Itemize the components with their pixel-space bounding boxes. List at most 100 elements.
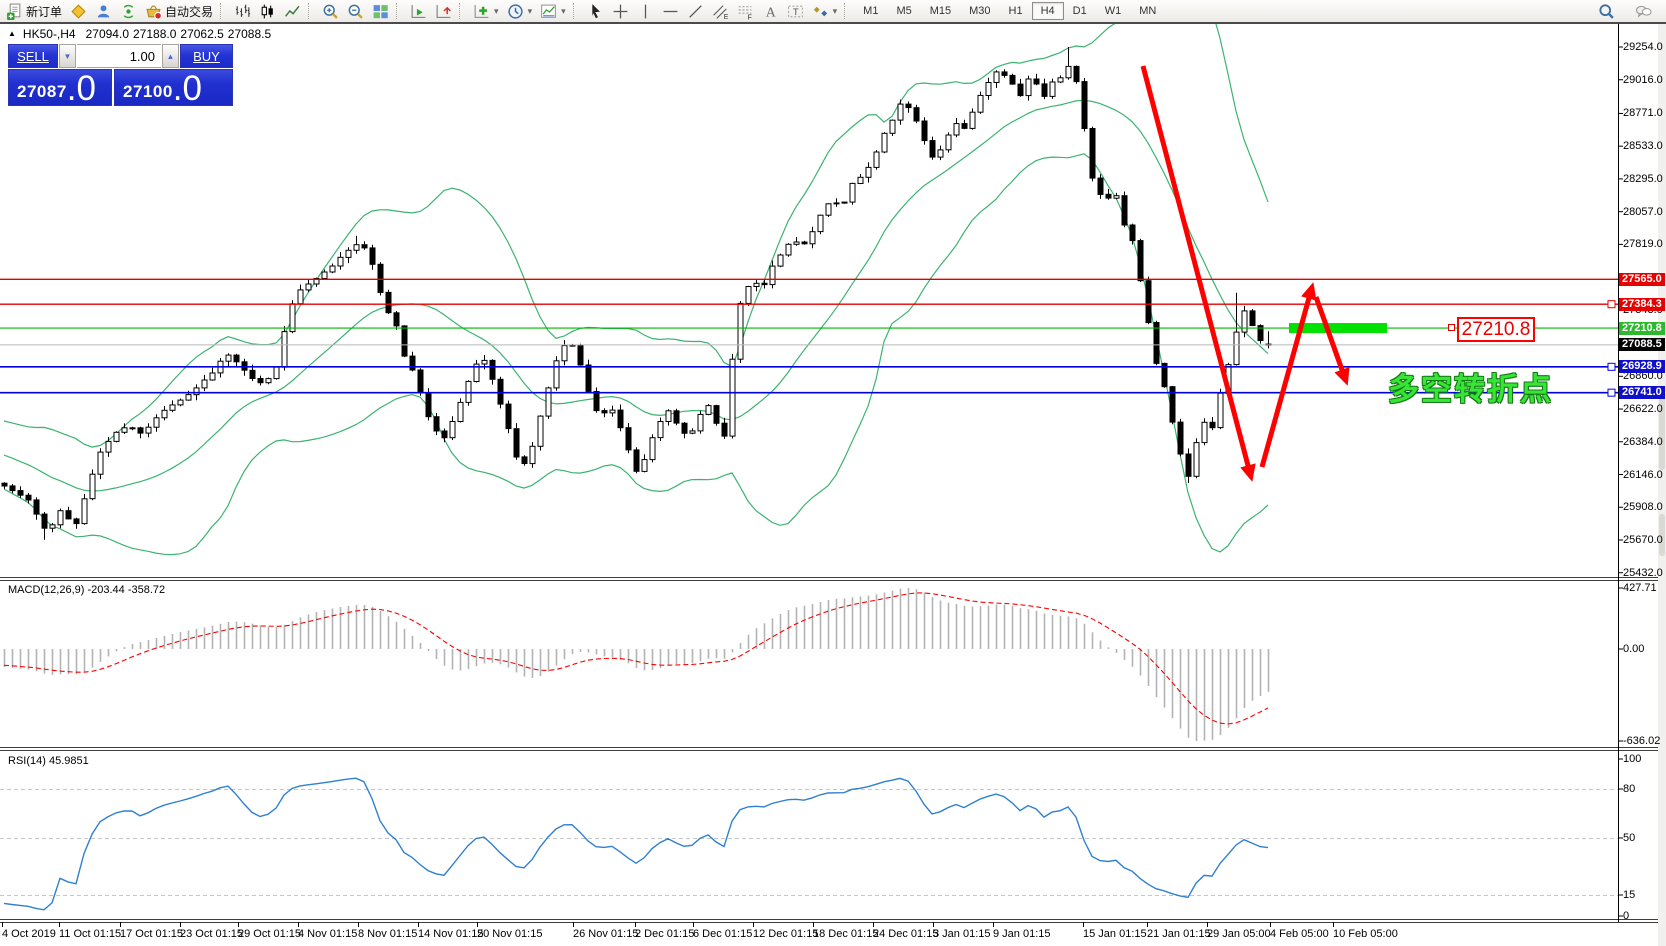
fibonacci-button[interactable]: F bbox=[733, 1, 758, 21]
volume-decrease-button[interactable]: ▼ bbox=[59, 44, 76, 68]
sell-price[interactable]: 27087 .0 bbox=[8, 69, 112, 106]
rsi-tick: 0 bbox=[1623, 910, 1629, 922]
arrows-button[interactable]: ▾ bbox=[808, 1, 842, 21]
vline-icon bbox=[637, 3, 654, 20]
autotrading-button-label: 自动交易 bbox=[165, 3, 213, 20]
timeframe-h4[interactable]: H4 bbox=[1032, 2, 1064, 20]
macd-pane bbox=[4, 588, 1269, 741]
new-order-button[interactable]: 新订单 bbox=[2, 1, 66, 21]
templates-button[interactable]: ▾ bbox=[536, 1, 570, 21]
indicators-button[interactable]: ▾ bbox=[469, 1, 503, 21]
timeframe-m30[interactable]: M30 bbox=[960, 2, 999, 20]
chevron-down-icon[interactable]: ▾ bbox=[833, 6, 838, 17]
chevron-down-icon[interactable]: ▾ bbox=[528, 6, 533, 17]
buy-price[interactable]: 27100 .0 bbox=[114, 69, 233, 106]
volume-input[interactable]: 1.00 bbox=[77, 44, 161, 68]
price-tick: 27819.0 bbox=[1623, 238, 1663, 250]
trend-arrow[interactable] bbox=[1262, 287, 1312, 467]
toolbar-group-zoom bbox=[318, 1, 393, 21]
autotrading-button[interactable]: 自动交易 bbox=[141, 1, 217, 21]
periods-icon bbox=[507, 3, 524, 20]
price-tick: 28771.0 bbox=[1623, 107, 1663, 119]
chevron-down-icon[interactable]: ▾ bbox=[494, 6, 499, 17]
trend-arrow[interactable] bbox=[1316, 297, 1346, 381]
candlestick-chart-button[interactable] bbox=[255, 1, 280, 21]
line-end-marker[interactable] bbox=[1608, 363, 1615, 370]
crosshair-button[interactable] bbox=[608, 1, 633, 21]
toolbar-group-chart-types bbox=[230, 1, 305, 21]
svg-text:T: T bbox=[792, 7, 798, 18]
text-button[interactable]: A bbox=[758, 1, 783, 21]
buy-price-fraction: .0 bbox=[173, 75, 202, 104]
search-button[interactable] bbox=[1594, 1, 1619, 21]
vertical-line-button[interactable] bbox=[633, 1, 658, 21]
chart-area[interactable] bbox=[0, 0, 1666, 946]
chevron-down-icon[interactable]: ▾ bbox=[561, 6, 566, 17]
equidistant-channel-button[interactable]: E bbox=[708, 1, 733, 21]
cursor-button[interactable] bbox=[583, 1, 608, 21]
signals-button[interactable] bbox=[116, 1, 141, 21]
rsi-pane bbox=[4, 778, 1268, 910]
signal-icon bbox=[120, 3, 137, 20]
callout-anchor-square[interactable] bbox=[1448, 324, 1455, 331]
timeframe-w1[interactable]: W1 bbox=[1096, 2, 1131, 20]
level-badge-27210.8: 27210.8 bbox=[1619, 322, 1665, 335]
chat-button[interactable] bbox=[1631, 1, 1656, 21]
timeframe-d1[interactable]: D1 bbox=[1064, 2, 1096, 20]
timeframe-m5[interactable]: M5 bbox=[887, 2, 920, 20]
trend-arrow[interactable] bbox=[1143, 66, 1251, 477]
timeframe-h1[interactable]: H1 bbox=[1000, 2, 1032, 20]
text-label-button[interactable]: T bbox=[783, 1, 808, 21]
line-end-marker[interactable] bbox=[1608, 301, 1615, 308]
macd-tick: 0.00 bbox=[1623, 643, 1644, 655]
turning-point-note[interactable]: 多空转折点 bbox=[1388, 364, 1553, 409]
zoomout-icon bbox=[347, 3, 364, 20]
level-badge-26741.0: 26741.0 bbox=[1619, 386, 1665, 399]
line-end-marker[interactable] bbox=[1608, 389, 1615, 396]
zoom-in-button[interactable] bbox=[318, 1, 343, 21]
time-tick-label: 3 Jan 01:15 bbox=[933, 928, 991, 940]
toolbar-separator bbox=[308, 3, 315, 19]
auto-scroll-button[interactable] bbox=[406, 1, 431, 21]
buy-button[interactable]: BUY bbox=[180, 44, 233, 68]
timeframe-m1[interactable]: M1 bbox=[854, 2, 887, 20]
bollinger-lower-band bbox=[4, 154, 1268, 555]
rsi-tick: 15 bbox=[1623, 889, 1635, 901]
price-tick: 25670.0 bbox=[1623, 534, 1663, 546]
tile-windows-button[interactable] bbox=[368, 1, 393, 21]
market-icon bbox=[95, 3, 112, 20]
price-tick: 28057.0 bbox=[1623, 206, 1663, 218]
timeframe-group: M1M5M15M30H1H4D1W1MN bbox=[854, 2, 1165, 20]
time-tick-label: 20 Nov 01:15 bbox=[477, 928, 542, 940]
horizontal-line-button[interactable] bbox=[658, 1, 683, 21]
rsi-tick: 100 bbox=[1623, 753, 1641, 765]
arrows-icon bbox=[812, 3, 829, 20]
bar-chart-button[interactable] bbox=[230, 1, 255, 21]
timeframe-m15[interactable]: M15 bbox=[921, 2, 960, 20]
volume-increase-button[interactable]: ▲ bbox=[162, 44, 179, 68]
scrollbar-thumb[interactable] bbox=[1659, 388, 1665, 470]
metaeditor-button[interactable] bbox=[66, 1, 91, 21]
main-toolbar: 新订单 自动交易 ▾ ▾ ▾ EFAT ▾ M1M5M15M30H1H4D1W1MN bbox=[0, 0, 1666, 22]
bars-icon bbox=[234, 3, 251, 20]
bollinger-middle-band bbox=[4, 100, 1268, 491]
zoom-out-button[interactable] bbox=[343, 1, 368, 21]
price-tick: 28295.0 bbox=[1623, 173, 1663, 185]
time-tick-label: 9 Jan 01:15 bbox=[993, 928, 1051, 940]
chart-shift-button[interactable] bbox=[431, 1, 456, 21]
time-tick-label: 29 Jan 05:00 bbox=[1207, 928, 1271, 940]
market-watch-button[interactable] bbox=[91, 1, 116, 21]
timeframe-mn[interactable]: MN bbox=[1130, 2, 1165, 20]
toolbar-group-orders: 新订单 自动交易 bbox=[2, 1, 217, 21]
price-callout-box[interactable]: 27210.8 bbox=[1457, 317, 1535, 342]
low-value: 27062.5 bbox=[180, 27, 223, 41]
time-tick-label: 14 Nov 01:15 bbox=[418, 928, 483, 940]
sell-button[interactable]: SELL bbox=[8, 44, 58, 68]
trendline-button[interactable] bbox=[683, 1, 708, 21]
toolbar-right-icons bbox=[1594, 1, 1656, 21]
collapse-icon[interactable]: ▲ bbox=[8, 29, 16, 38]
periods-button[interactable]: ▾ bbox=[503, 1, 537, 21]
line-chart-button[interactable] bbox=[280, 1, 305, 21]
macd-indicator-label: MACD(12,26,9) -203.44 -358.72 bbox=[8, 584, 165, 596]
one-click-trading-panel: SELL ▼ 1.00 ▲ BUY 27087 .0 27100 .0 bbox=[8, 44, 233, 106]
